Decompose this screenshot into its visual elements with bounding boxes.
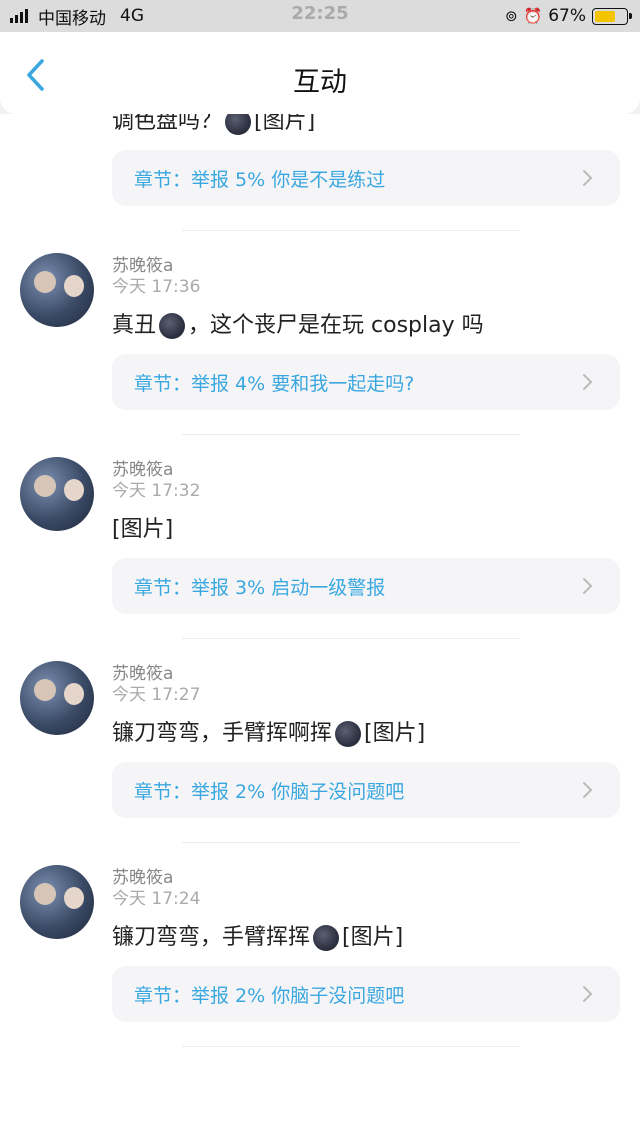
chevron-right-icon (583, 986, 592, 1002)
chapter-link[interactable]: 章节：举报 2% 你脑子没问题吧 (112, 762, 620, 818)
user-name[interactable]: 苏晚筱a (112, 231, 620, 276)
avatar[interactable] (20, 457, 94, 531)
interaction-list[interactable]: 调色盘吗？ [图片] 章节：举报 5% 你是不是练过 苏晚筱a 今天 17:36… (0, 114, 640, 1138)
user-name[interactable]: 苏晚筱a (112, 639, 620, 684)
timestamp: 今天 17:32 (112, 481, 201, 501)
message-part: [图片] (342, 925, 404, 950)
chapter-label: 章节：举报 2% 你脑子没问题吧 (134, 780, 405, 803)
page-title: 互动 (293, 67, 347, 98)
chevron-right-icon (583, 782, 592, 798)
user-name[interactable]: 苏晚筱a (112, 843, 620, 888)
avatar[interactable] (20, 661, 94, 735)
chapter-label: 章节：举报 2% 你脑子没问题吧 (134, 984, 405, 1007)
chapter-label: 章节：举报 5% 你是不是练过 (134, 168, 386, 191)
list-item: 苏晚筱a 今天 17:36 真丑 ，这个丧尸是在玩 cosplay 吗 章节：举… (0, 231, 640, 435)
chapter-link[interactable]: 章节：举报 5% 你是不是练过 (112, 150, 620, 206)
nav-bar: 互动 (0, 32, 640, 114)
timestamp: 今天 17:27 (112, 685, 201, 705)
moon-emoji-icon (313, 925, 340, 951)
chapter-link[interactable]: 章节：举报 2% 你脑子没问题吧 (112, 966, 620, 1022)
battery-fill (595, 10, 616, 22)
list-item: 调色盘吗？ [图片] 章节：举报 5% 你是不是练过 (0, 114, 640, 231)
list-item: 苏晚筱a 今天 17:24 镰刀弯弯，手臂挥挥 [图片] 章节：举报 2% 你脑… (0, 843, 640, 1047)
chapter-label: 章节：举报 4% 要和我一起走吗? (134, 372, 415, 395)
message-part: 真丑 (112, 313, 157, 338)
chevron-right-icon (583, 578, 592, 594)
message-part: 镰刀弯弯，手臂挥啊挥 (112, 721, 333, 746)
timestamp: 今天 17:24 (112, 889, 201, 909)
message-part: 调色盘吗？ (112, 114, 223, 134)
battery-icon (592, 7, 632, 25)
chapter-link[interactable]: 章节：举报 4% 要和我一起走吗? (112, 354, 620, 410)
alarm-icon: ⏰ (523, 7, 543, 25)
message-text: 真丑 ，这个丧尸是在玩 cosplay 吗 (112, 308, 620, 344)
moon-emoji-icon (225, 114, 252, 135)
status-bar: 中国移动 4G 22:25 ⊚ ⏰ 67% (0, 0, 640, 32)
list-item: 苏晚筱a 今天 17:27 镰刀弯弯，手臂挥啊挥 [图片] 章节：举报 2% 你… (0, 639, 640, 843)
battery-percent: 67% (548, 6, 586, 26)
message-part: ，这个丧尸是在玩 cosplay 吗 (188, 313, 484, 338)
chevron-right-icon (583, 374, 592, 390)
message-text: [图片] (112, 517, 174, 542)
moon-emoji-icon (335, 721, 362, 747)
avatar[interactable] (20, 253, 94, 327)
timestamp: 今天 17:36 (112, 277, 201, 297)
message-text: 调色盘吗？ [图片] (112, 114, 620, 140)
divider (182, 1046, 520, 1047)
message-part: [图片] (254, 114, 316, 134)
moon-emoji-icon (159, 313, 186, 339)
orientation-lock-icon: ⊚ (504, 7, 518, 25)
chapter-label: 章节：举报 3% 启动一级警报 (134, 576, 386, 599)
status-right: ⊚ ⏰ 67% (504, 6, 632, 26)
chevron-right-icon (583, 170, 592, 186)
message-part: 镰刀弯弯，手臂挥挥 (112, 925, 311, 950)
list-item: 苏晚筱a 今天 17:32 [图片] 章节：举报 3% 启动一级警报 (0, 435, 640, 639)
message-text: 镰刀弯弯，手臂挥啊挥 [图片] (112, 716, 620, 752)
message-part: [图片] (364, 721, 426, 746)
user-name[interactable]: 苏晚筱a (112, 435, 620, 480)
avatar[interactable] (20, 865, 94, 939)
message-text: 镰刀弯弯，手臂挥挥 [图片] (112, 920, 620, 956)
chapter-link[interactable]: 章节：举报 3% 启动一级警报 (112, 558, 620, 614)
